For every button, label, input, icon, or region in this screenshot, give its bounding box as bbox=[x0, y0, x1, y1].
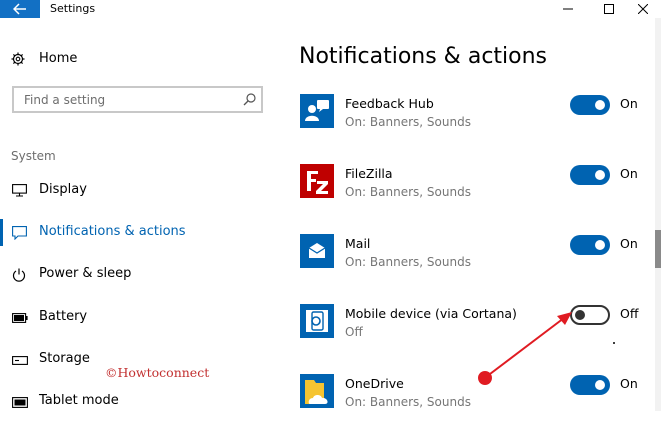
sidebar-item-label: Power & sleep bbox=[39, 266, 132, 281]
close-button[interactable] bbox=[630, 0, 656, 18]
toggle-state-label: On bbox=[620, 96, 638, 111]
onedrive-icon bbox=[300, 374, 334, 408]
toggle-state-label: Off bbox=[620, 306, 639, 321]
app-status: On: Banners, Sounds bbox=[345, 255, 471, 269]
app-status: On: Banners, Sounds bbox=[345, 395, 471, 409]
sidebar-item-label: Storage bbox=[39, 351, 90, 366]
app-status: On: Banners, Sounds bbox=[345, 115, 471, 129]
search-input[interactable] bbox=[22, 92, 236, 108]
toggle-knob bbox=[595, 100, 605, 110]
feedback-hub-icon bbox=[300, 94, 334, 128]
gear-icon bbox=[11, 52, 25, 66]
mail-icon bbox=[300, 234, 334, 268]
title-bar: Settings bbox=[0, 0, 664, 18]
app-name: Feedback Hub bbox=[345, 96, 434, 111]
sidebar-item-label: Battery bbox=[39, 309, 88, 324]
sidebar: Home System Display Notifications & acti… bbox=[0, 18, 276, 411]
toggle-knob bbox=[595, 240, 605, 250]
maximize-button[interactable] bbox=[596, 0, 622, 18]
home-label: Home bbox=[39, 51, 78, 66]
window-title: Settings bbox=[50, 2, 96, 15]
app-name: OneDrive bbox=[345, 376, 404, 391]
page-title: Notifications & actions bbox=[299, 44, 548, 69]
app-name: Mail bbox=[345, 236, 371, 251]
close-icon bbox=[638, 4, 648, 14]
app-row-mail: Mail On: Banners, Sounds On bbox=[300, 234, 650, 284]
sidebar-item-label: Display bbox=[39, 182, 87, 197]
minimize-button[interactable] bbox=[555, 0, 581, 18]
tablet-icon bbox=[12, 397, 28, 408]
scrollbar-thumb[interactable] bbox=[655, 230, 661, 268]
power-icon bbox=[12, 268, 26, 282]
toggle-state-label: On bbox=[620, 236, 638, 251]
mobile-cortana-icon bbox=[300, 304, 334, 338]
notification-icon bbox=[12, 226, 27, 240]
sidebar-item-power[interactable]: Power & sleep bbox=[0, 260, 276, 290]
notification-toggle[interactable] bbox=[570, 165, 610, 185]
notification-toggle[interactable] bbox=[570, 95, 610, 115]
search-icon[interactable] bbox=[243, 93, 256, 106]
maximize-icon bbox=[604, 4, 614, 14]
sidebar-item-display[interactable]: Display bbox=[0, 176, 276, 206]
active-indicator bbox=[0, 219, 3, 246]
app-row-feedback-hub: Feedback Hub On: Banners, Sounds On bbox=[300, 94, 650, 144]
app-name: Mobile device (via Cortana) bbox=[345, 306, 517, 321]
sidebar-item-notifications[interactable]: Notifications & actions bbox=[0, 218, 276, 248]
notification-toggle[interactable] bbox=[570, 305, 610, 325]
battery-icon bbox=[12, 313, 28, 323]
app-status: Off bbox=[345, 325, 363, 339]
app-name: FileZilla bbox=[345, 166, 393, 181]
toggle-state-label: On bbox=[620, 166, 638, 181]
toggle-knob bbox=[595, 380, 605, 390]
filezilla-icon bbox=[300, 164, 334, 198]
sidebar-item-label: Notifications & actions bbox=[39, 224, 186, 239]
back-button[interactable] bbox=[0, 0, 40, 18]
sidebar-item-label: Tablet mode bbox=[39, 393, 119, 408]
back-arrow-icon bbox=[13, 3, 26, 15]
watermark-text: ©Howtoconnect bbox=[105, 365, 210, 380]
storage-icon bbox=[12, 356, 28, 365]
app-row-mobile-device: Mobile device (via Cortana) Off Off bbox=[300, 304, 650, 354]
sidebar-item-battery[interactable]: Battery bbox=[0, 303, 276, 333]
minimize-icon bbox=[563, 8, 573, 10]
search-box[interactable] bbox=[12, 86, 263, 113]
toggle-knob bbox=[575, 310, 585, 320]
scrollbar-track[interactable] bbox=[655, 18, 661, 411]
app-row-onedrive: OneDrive On: Banners, Sounds On bbox=[300, 374, 650, 424]
toggle-state-label: On bbox=[620, 376, 638, 391]
notification-toggle[interactable] bbox=[570, 375, 610, 395]
toggle-knob bbox=[595, 170, 605, 180]
app-row-filezilla: FileZilla On: Banners, Sounds On bbox=[300, 164, 650, 214]
notification-toggle[interactable] bbox=[570, 235, 610, 255]
sidebar-item-tablet-mode[interactable]: Tablet mode bbox=[0, 387, 276, 417]
app-status: On: Banners, Sounds bbox=[345, 185, 471, 199]
monitor-icon bbox=[12, 184, 27, 197]
group-label-system: System bbox=[11, 149, 56, 163]
